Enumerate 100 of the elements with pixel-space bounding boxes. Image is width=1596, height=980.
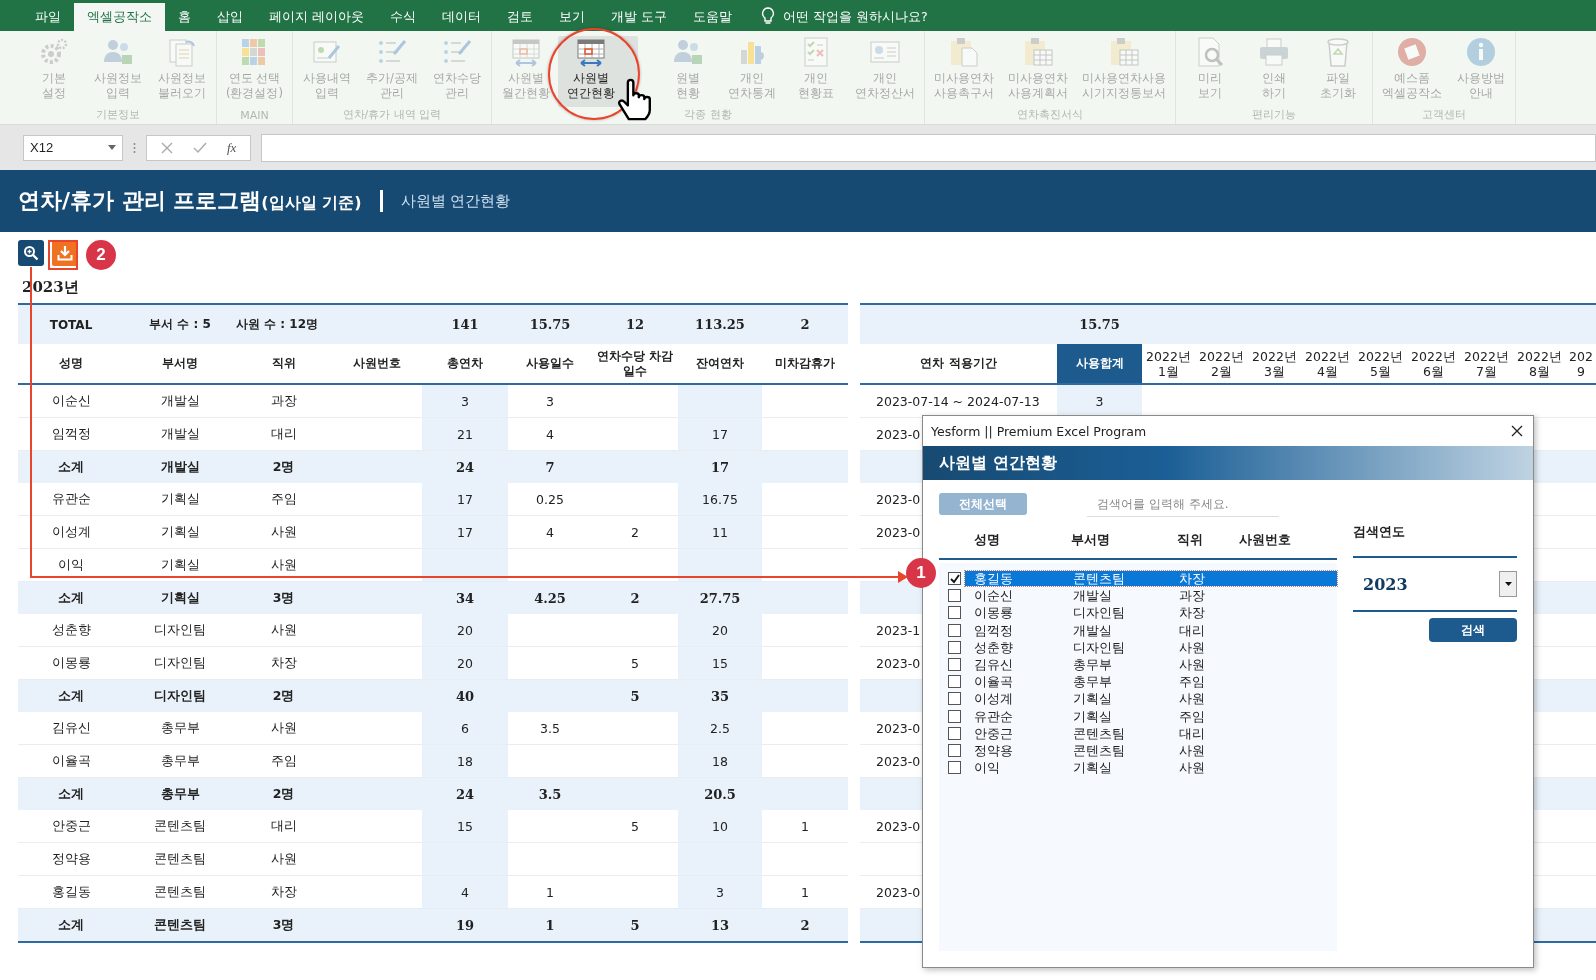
- caret-icon: [1504, 582, 1512, 586]
- insert-function-button[interactable]: fx: [227, 139, 237, 156]
- menu-tab[interactable]: 홈: [165, 3, 204, 31]
- name-box[interactable]: X12: [23, 134, 123, 161]
- zoom-in-icon: [23, 245, 39, 261]
- table-cell: 개발실: [160, 392, 200, 408]
- menu-tab[interactable]: 삽입: [204, 3, 256, 31]
- table-cell: 2023-0: [876, 884, 921, 900]
- table-cell: 부서 수 : 5: [124, 304, 236, 344]
- checkbox[interactable]: [948, 572, 961, 586]
- table-cell: 사원: [270, 556, 297, 572]
- table-cell: 소계: [58, 785, 84, 801]
- checkbox[interactable]: [948, 675, 961, 689]
- table-cell: 디자인팀: [154, 654, 206, 670]
- check-icon[interactable]: [193, 141, 207, 154]
- menu-tab[interactable]: 도움말: [679, 3, 745, 31]
- tell-me-search[interactable]: 어떤 작업을 원하시나요?: [782, 3, 928, 31]
- list-item[interactable]: 이율곡 총무부 주임: [965, 674, 1337, 690]
- column-header: 2022년 2월: [1195, 344, 1248, 384]
- table-cell: 대리: [270, 817, 297, 833]
- table-cell: 17: [457, 491, 473, 507]
- table-cell: 5: [631, 655, 639, 671]
- checkbox[interactable]: [948, 726, 961, 740]
- table-cell: 1: [801, 884, 809, 900]
- program-title: 연차/휴가 관리 프로그램: [18, 187, 262, 215]
- table-cell: 19: [455, 917, 475, 933]
- table-cell: 13: [710, 917, 730, 933]
- table-cell: 17: [712, 426, 728, 442]
- checkbox[interactable]: [948, 761, 961, 775]
- column-header: 부서명: [124, 344, 236, 384]
- menu-tab[interactable]: 검토: [494, 3, 546, 31]
- list-item[interactable]: 임꺽정 개발실 대리: [965, 622, 1337, 638]
- menu-tab[interactable]: 보기: [546, 3, 598, 31]
- table-cell: 디자인팀: [154, 621, 206, 637]
- search-button[interactable]: [18, 240, 44, 266]
- checkbox[interactable]: [948, 606, 961, 620]
- table-cell: 2.5: [710, 720, 730, 736]
- download-icon: [57, 245, 73, 261]
- table-cell: 사원: [270, 523, 297, 539]
- list-item[interactable]: 홍길동 콘텐츠팀 차장: [965, 571, 1337, 587]
- table-cell: 2023-0: [876, 426, 921, 442]
- table-cell: 2: [631, 524, 639, 540]
- checkbox[interactable]: [948, 743, 961, 757]
- checkbox[interactable]: [948, 640, 961, 654]
- list-item[interactable]: 유관순 기획실 주임: [965, 708, 1337, 724]
- menu-tab[interactable]: 엑셀공작소: [74, 3, 165, 31]
- table-cell: 주임: [270, 490, 297, 506]
- table-cell: 콘텐츠팀: [154, 883, 206, 899]
- column-header: 2022년 6월: [1407, 344, 1460, 384]
- table-cell: 2023-0: [876, 720, 921, 736]
- info-icon: [1464, 36, 1497, 68]
- list-item[interactable]: 이익 기획실 사원: [965, 760, 1337, 776]
- dialog-heading: 사원별 연간현황: [939, 452, 1057, 474]
- table-cell: 4: [546, 426, 554, 442]
- column-header: 부서명: [1071, 532, 1110, 549]
- table-cell: 정약용: [51, 850, 91, 866]
- list-item[interactable]: 이순신 개발실 과장: [965, 588, 1337, 604]
- list-item[interactable]: 정약용 콘텐츠팀 사원: [965, 742, 1337, 758]
- table-cell: 4: [461, 884, 469, 900]
- menu-tab[interactable]: 개발 도구: [598, 3, 680, 31]
- table-cell: 20.5: [704, 786, 736, 802]
- table-cell: 40: [455, 688, 475, 704]
- table-cell: 2023-0: [876, 753, 921, 769]
- table-cell: 2023-0: [876, 655, 921, 671]
- menu-tab[interactable]: 수식: [377, 3, 429, 31]
- ribbon-group-label: 연차/휴가 내역 입력: [341, 107, 443, 123]
- checkbox[interactable]: [948, 692, 961, 706]
- field-label: 검색연도: [1353, 480, 1517, 558]
- checkbox[interactable]: [948, 589, 961, 603]
- page-subtitle: 사원별 연간현황: [400, 191, 511, 211]
- highlight-frame: [48, 240, 78, 270]
- table-cell: 16.75: [702, 491, 738, 507]
- table-cell: 콘텐츠팀: [154, 916, 206, 932]
- checkbox[interactable]: [948, 709, 961, 723]
- table-cell: 3: [461, 393, 469, 409]
- table-cell: 3명: [272, 916, 295, 932]
- list-item[interactable]: 안중근 콘텐츠팀 대리: [965, 725, 1337, 741]
- checkbox[interactable]: [948, 623, 961, 637]
- formula-input[interactable]: [261, 133, 1596, 162]
- menu-tab[interactable]: 파일: [22, 3, 74, 31]
- menu-tab[interactable]: 데이터: [429, 3, 494, 31]
- menu-tab[interactable]: 페이지 레이아웃: [256, 3, 377, 31]
- column-header: 연차수당 차감일수: [592, 344, 678, 384]
- list-item[interactable]: 이몽룡 디자인팀 차장: [965, 605, 1337, 621]
- ribbon-group-label: 연차촉진서식: [1015, 107, 1084, 123]
- table-cell: 4: [546, 524, 554, 540]
- table-cell: 홍길동: [51, 883, 91, 899]
- close-icon[interactable]: [1511, 425, 1523, 437]
- table-cell: 34: [455, 590, 475, 606]
- list-item[interactable]: 김유신 총무부 사원: [965, 657, 1337, 673]
- column-header: 성명: [18, 344, 124, 384]
- table-cell: 2명: [272, 458, 295, 474]
- table-cell: 콘텐츠팀: [154, 817, 206, 833]
- year-dropdown[interactable]: 2023: [1353, 558, 1517, 612]
- list-item[interactable]: 이성계 기획실 사원: [965, 691, 1337, 707]
- search-button[interactable]: 검색: [1429, 618, 1517, 642]
- list-item[interactable]: 성춘향 디자인팀 사원: [965, 639, 1337, 655]
- checkbox[interactable]: [948, 658, 961, 672]
- table-cell: 주임: [270, 752, 297, 768]
- ribbon-group-label: 기본정보: [95, 107, 141, 123]
